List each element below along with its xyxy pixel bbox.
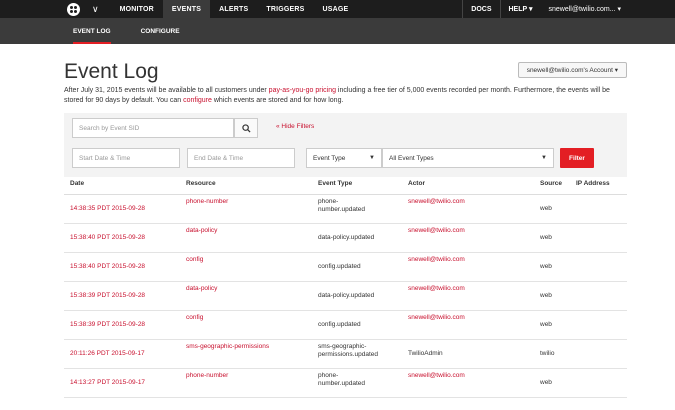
caret-down-icon: ▼ bbox=[541, 155, 547, 161]
event-source: web bbox=[540, 321, 552, 328]
nav-help[interactable]: HELP ▾ bbox=[501, 0, 541, 18]
twilio-logo[interactable] bbox=[64, 0, 82, 18]
event-date-link[interactable]: 15:38:40 PDT 2015-09-28 bbox=[70, 263, 145, 271]
table-row[interactable]: 15:38:39 PDT 2015-09-28 data-policy data… bbox=[64, 282, 627, 311]
all-event-types-label: All Event Types bbox=[389, 154, 434, 162]
event-source: web bbox=[540, 263, 552, 270]
event-source: web bbox=[540, 234, 552, 241]
event-date-link[interactable]: 14:38:35 PDT 2015-09-28 bbox=[70, 205, 145, 213]
event-date-link[interactable]: 15:38:39 PDT 2015-09-28 bbox=[70, 321, 145, 329]
pricing-link[interactable]: pay-as-you-go pricing bbox=[269, 87, 336, 94]
event-resource-link[interactable]: sms-geographic-permissions bbox=[186, 343, 269, 351]
event-type: config.updated bbox=[318, 321, 361, 328]
event-resource-link[interactable]: data-policy bbox=[186, 285, 217, 293]
col-source: Source bbox=[540, 180, 563, 187]
event-type-select-label: Event Type bbox=[313, 154, 346, 162]
account-dropdown-button[interactable]: snewell@twilio.com's Account ▾ bbox=[517, 62, 627, 78]
event-date-link[interactable]: 15:38:39 PDT 2015-09-28 bbox=[70, 292, 145, 300]
top-nav: MONITOR EVENTS ALERTS TRIGGERS USAGE bbox=[111, 0, 358, 18]
event-type: phone-number.updated bbox=[318, 372, 365, 387]
col-resource: Resource bbox=[186, 180, 216, 187]
col-date: Date bbox=[70, 180, 85, 187]
table-header: Date Resource Event Type Actor Source IP… bbox=[64, 177, 627, 195]
event-actor-link[interactable]: snewell@twilio.com bbox=[408, 198, 465, 206]
event-source: web bbox=[540, 292, 552, 299]
event-actor-link[interactable]: snewell@twilio.com bbox=[408, 227, 465, 235]
nav-monitor[interactable]: MONITOR bbox=[111, 0, 163, 18]
nav-events[interactable]: EVENTS bbox=[162, 0, 211, 18]
table-row[interactable]: 20:11:26 PDT 2015-09-17 sms-geographic-p… bbox=[64, 340, 627, 369]
search-button[interactable] bbox=[234, 118, 258, 138]
event-type-select[interactable]: Event Type ▼ bbox=[306, 148, 382, 168]
logo-mark bbox=[66, 2, 80, 16]
col-event-type: Event Type bbox=[318, 180, 353, 187]
hide-filters-link[interactable]: « Hide Filters bbox=[276, 123, 314, 130]
notice-text: After July 31, 2015 events will be avail… bbox=[64, 87, 610, 104]
caret-down-icon: ▼ bbox=[369, 155, 375, 161]
event-source: twilio bbox=[540, 350, 555, 357]
event-actor-link[interactable]: snewell@twilio.com bbox=[408, 372, 465, 380]
event-actor-link[interactable]: snewell@twilio.com bbox=[408, 314, 465, 322]
event-date-link[interactable]: 20:11:26 PDT 2015-09-17 bbox=[70, 350, 145, 358]
configure-link[interactable]: configure bbox=[183, 97, 212, 104]
event-type: phone-number.updated bbox=[318, 198, 365, 213]
top-nav-bar: ∨ MONITOR EVENTS ALERTS TRIGGERS USAGE D… bbox=[0, 0, 675, 18]
col-actor: Actor bbox=[408, 180, 425, 187]
event-type: sms-geographic-permissions.updated bbox=[318, 343, 378, 358]
product-menu-chevron-icon[interactable]: ∨ bbox=[92, 4, 99, 15]
top-right-nav: DOCS HELP ▾ snewell@twilio.com... ▾ bbox=[462, 0, 675, 18]
col-ip-address: IP Address bbox=[576, 180, 610, 187]
event-date-link[interactable]: 15:38:40 PDT 2015-09-28 bbox=[70, 234, 145, 242]
search-icon bbox=[241, 123, 251, 133]
start-date-input[interactable]: Start Date & Time bbox=[72, 148, 180, 168]
event-actor-link[interactable]: snewell@twilio.com bbox=[408, 285, 465, 293]
event-type: data-policy.updated bbox=[318, 234, 375, 241]
sub-nav-bar: EVENT LOG CONFIGURE bbox=[0, 18, 675, 44]
filter-button[interactable]: Filter bbox=[560, 148, 594, 168]
nav-usage[interactable]: USAGE bbox=[314, 0, 358, 18]
event-resource-link[interactable]: phone-number bbox=[186, 198, 228, 206]
event-resource-link[interactable]: phone-number bbox=[186, 372, 228, 380]
event-source: web bbox=[540, 205, 552, 212]
table-row[interactable]: 14:38:35 PDT 2015-09-28 phone-number pho… bbox=[64, 195, 627, 224]
table-row[interactable]: 15:38:40 PDT 2015-09-28 data-policy data… bbox=[64, 224, 627, 253]
nav-triggers[interactable]: TRIGGERS bbox=[257, 0, 313, 18]
end-date-input[interactable]: End Date & Time bbox=[187, 148, 295, 168]
search-input[interactable]: Search by Event SID bbox=[72, 118, 234, 138]
event-type: data-policy.updated bbox=[318, 292, 375, 299]
nav-docs[interactable]: DOCS bbox=[463, 0, 499, 18]
tab-event-log[interactable]: EVENT LOG bbox=[64, 18, 120, 44]
table-row[interactable]: 15:38:39 PDT 2015-09-28 config config.up… bbox=[64, 311, 627, 340]
event-resource-link[interactable]: data-policy bbox=[186, 227, 217, 235]
nav-alerts[interactable]: ALERTS bbox=[210, 0, 257, 18]
event-resource-link[interactable]: config bbox=[186, 314, 203, 322]
events-table: Date Resource Event Type Actor Source IP… bbox=[64, 177, 627, 398]
sub-nav: EVENT LOG CONFIGURE bbox=[64, 18, 189, 44]
event-date-link[interactable]: 14:13:27 PDT 2015-09-17 bbox=[70, 379, 145, 387]
event-resource-link[interactable]: config bbox=[186, 256, 203, 264]
filter-panel: Search by Event SID « Hide Filters Start… bbox=[64, 113, 627, 177]
table-row[interactable]: 15:38:40 PDT 2015-09-28 config config.up… bbox=[64, 253, 627, 282]
all-event-types-select[interactable]: All Event Types ▼ bbox=[382, 148, 554, 168]
event-actor: TwilioAdmin bbox=[408, 350, 443, 357]
event-source: web bbox=[540, 379, 552, 386]
event-type: config.updated bbox=[318, 263, 361, 270]
page-title: Event Log bbox=[64, 60, 159, 83]
tab-configure[interactable]: CONFIGURE bbox=[132, 18, 189, 44]
event-actor-link[interactable]: snewell@twilio.com bbox=[408, 256, 465, 264]
table-row[interactable]: 14:13:27 PDT 2015-09-17 phone-number pho… bbox=[64, 369, 627, 398]
user-menu[interactable]: snewell@twilio.com... ▾ bbox=[541, 0, 629, 18]
